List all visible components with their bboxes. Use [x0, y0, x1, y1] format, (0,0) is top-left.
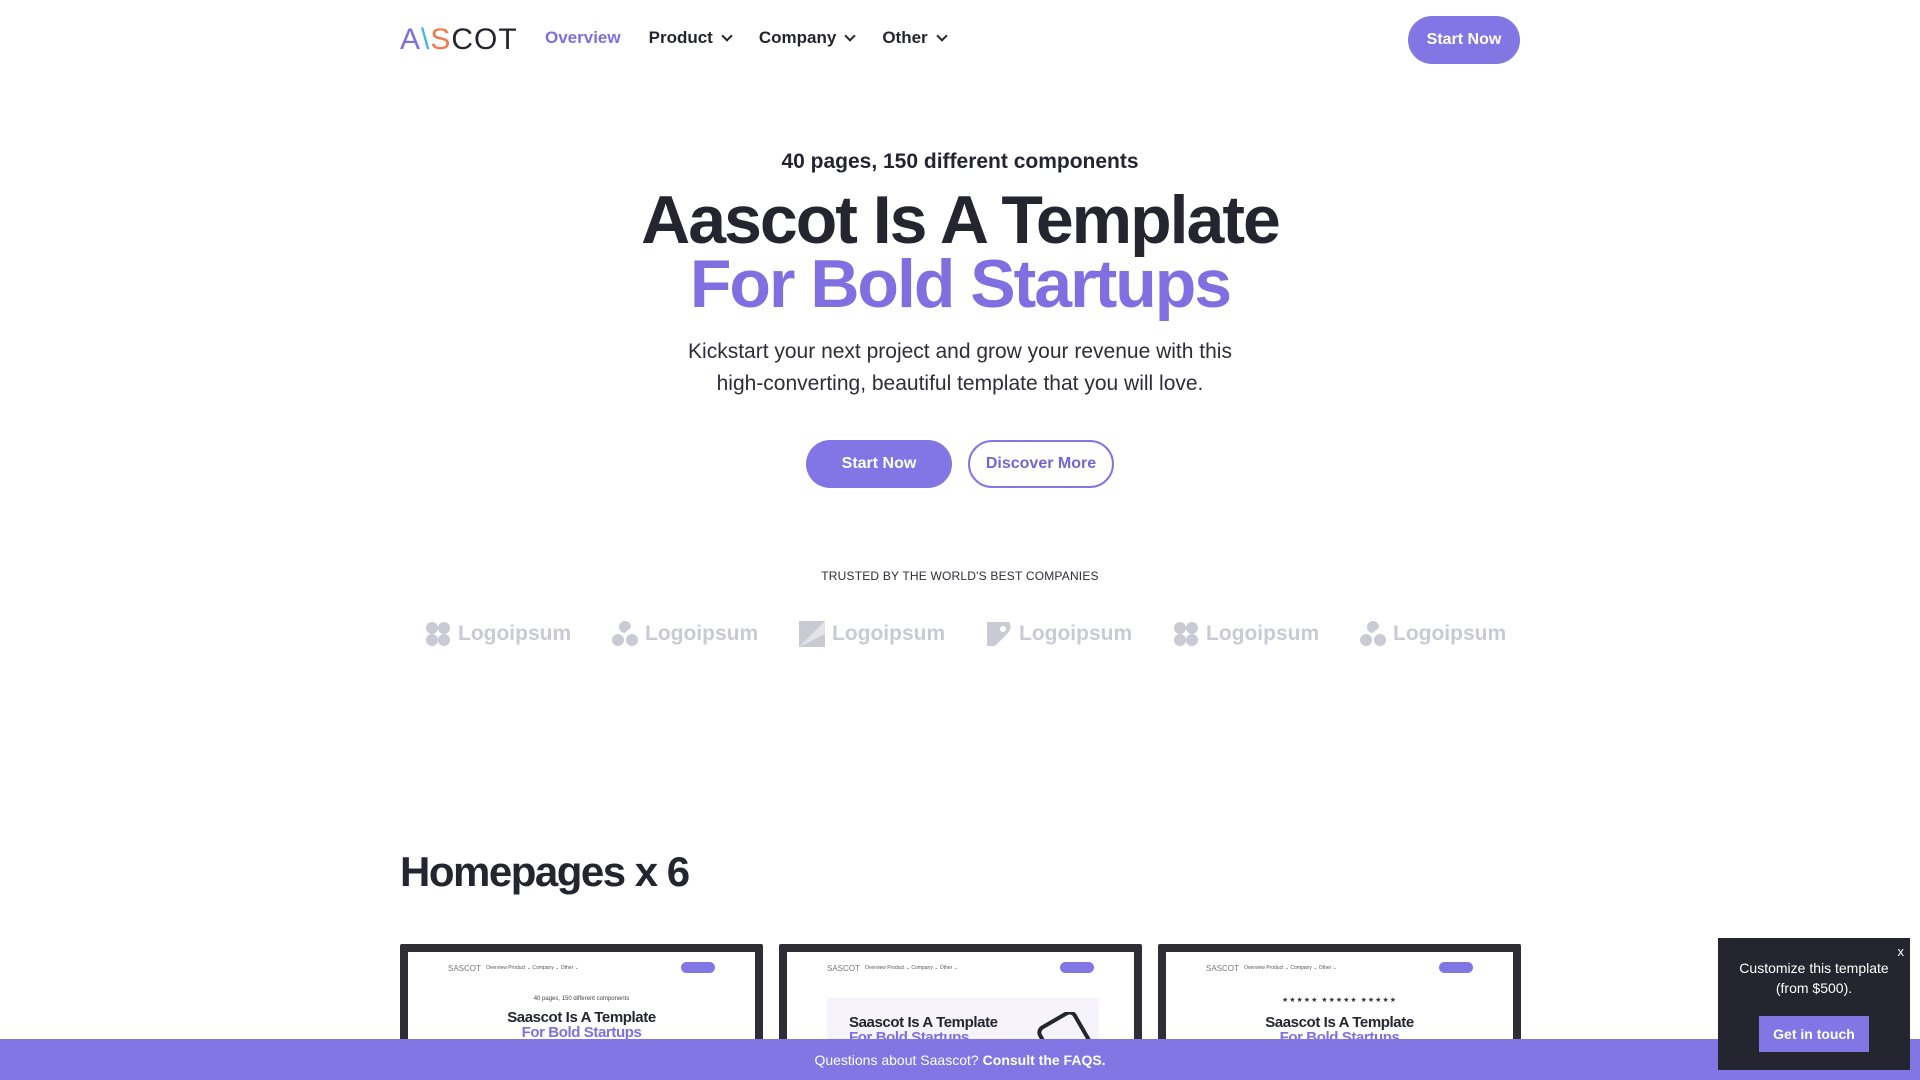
logo-letters-cot: COT — [451, 23, 518, 56]
header: A \ S COT Overview Product Company Other St… — [0, 0, 1920, 80]
trusted-label: TRUSTED BY THE WORLD'S BEST COMPANIES — [821, 569, 1099, 583]
hero-buttons: Start Now Discover More — [0, 440, 1920, 488]
nav-company-label: Company — [758, 28, 837, 47]
nav-product[interactable]: Product — [648, 28, 733, 48]
popup-text-line2: (from $500). — [1775, 980, 1853, 996]
logoipsum-icon — [799, 621, 825, 647]
faq-banner: Questions about Saascot? Consult the FAQ… — [0, 1039, 1920, 1080]
partner-logo: Logoipsum — [424, 620, 571, 648]
popup-text-line1: Customize this template — [1739, 960, 1889, 976]
hero-lead-line2: high-converting, beautiful template that… — [716, 372, 1204, 395]
mini-title-line1: Saascot Is A Template — [849, 1014, 998, 1031]
nav-other-label: Other — [882, 28, 928, 47]
hero-lead-line1: Kickstart your next project and grow you… — [688, 340, 1232, 363]
partner-logo-text: Logoipsum — [645, 622, 759, 645]
header-start-now-button[interactable]: Start Now — [1408, 16, 1520, 64]
discover-more-button[interactable]: Discover More — [968, 440, 1114, 488]
mini-rating-stars: ★★★★★ ★★★★★ ★★★★★ — [1281, 997, 1398, 1004]
mini-eyebrow: 40 pages, 150 different components — [533, 996, 630, 1002]
mini-title-line1: Saascot Is A Template — [1265, 1014, 1414, 1031]
customize-popup: x Customize this template (from $500). G… — [1718, 938, 1910, 1070]
logoipsum-icon — [612, 621, 638, 646]
popup-text: Customize this template (from $500). — [1718, 958, 1910, 998]
partner-logo-text: Logoipsum — [1393, 622, 1507, 645]
nav-overview[interactable]: Overview — [545, 28, 621, 48]
logo-letter-slash: \ — [421, 23, 431, 56]
nav-company[interactable]: Company — [758, 28, 856, 48]
close-icon[interactable]: x — [1898, 944, 1905, 959]
logo-letter-s: S — [430, 23, 452, 56]
partner-logo-text: Logoipsum — [1019, 622, 1133, 645]
main-nav: Overview Product Company Other — [545, 28, 974, 48]
faq-banner-text: Questions about Saascot? — [814, 1051, 979, 1068]
mini-title-line2: For Bold Startups — [521, 1024, 642, 1041]
mini-logo: SASCOT — [827, 964, 860, 973]
partner-logo: Logoipsum — [611, 620, 758, 648]
mini-nav: Overview Product ⌄ Company ⌄ Other ⌄ — [486, 965, 579, 971]
hero-lead: Kickstart your next project and grow you… — [0, 336, 1920, 400]
hero-eyebrow: 40 pages, 150 different components — [781, 150, 1139, 173]
faq-link[interactable]: Consult the FAQS. — [983, 1052, 1106, 1068]
partner-logo-text: Logoipsum — [832, 622, 946, 645]
logoipsum-icon — [987, 622, 1011, 646]
logoipsum-icon — [426, 622, 450, 646]
partner-logo: Logoipsum — [985, 620, 1132, 648]
nav-other[interactable]: Other — [882, 28, 948, 48]
partner-logo: Logoipsum — [1359, 620, 1506, 648]
mini-logo: SASCOT — [448, 964, 481, 973]
nav-overview-label: Overview — [545, 28, 621, 47]
hero-start-now-button[interactable]: Start Now — [806, 440, 952, 488]
mini-button — [1060, 962, 1094, 973]
logoipsum-icon — [1174, 622, 1198, 646]
partner-logo-text: Logoipsum — [458, 622, 572, 645]
logo-letter-a: A — [400, 23, 422, 56]
hero-title-line1: Aascot Is A Template — [641, 182, 1281, 258]
mini-logo: SASCOT — [1206, 964, 1239, 973]
mini-nav: Overview Product ⌄ Company ⌄ Other ⌄ — [865, 965, 958, 971]
mini-nav: Overview Product ⌄ Company ⌄ Other ⌄ — [1244, 965, 1337, 971]
mini-title-line1: Saascot Is A Template — [507, 1009, 656, 1026]
hero-title-line2: For Bold Startups — [689, 246, 1232, 322]
partner-logo: Logoipsum — [798, 620, 945, 648]
get-in-touch-button[interactable]: Get in touch — [1759, 1016, 1869, 1052]
partner-logos: Logoipsum Logoipsum Logoipsum Logoipsum … — [424, 620, 1506, 648]
hero: 40 pages, 150 different components Aasco… — [0, 150, 1920, 488]
chevron-down-icon — [935, 30, 948, 42]
mini-button — [681, 962, 715, 973]
mini-button — [1439, 962, 1473, 973]
brand-logo[interactable]: A \ S COT — [400, 23, 518, 56]
partner-logo: Logoipsum — [1172, 620, 1319, 648]
partner-logo-text: Logoipsum — [1206, 622, 1320, 645]
logoipsum-icon — [1360, 621, 1386, 646]
chevron-down-icon — [721, 30, 733, 42]
nav-product-label: Product — [648, 28, 713, 47]
homepages-title: Homepages x 6 — [400, 848, 690, 895]
chevron-down-icon — [844, 30, 856, 42]
